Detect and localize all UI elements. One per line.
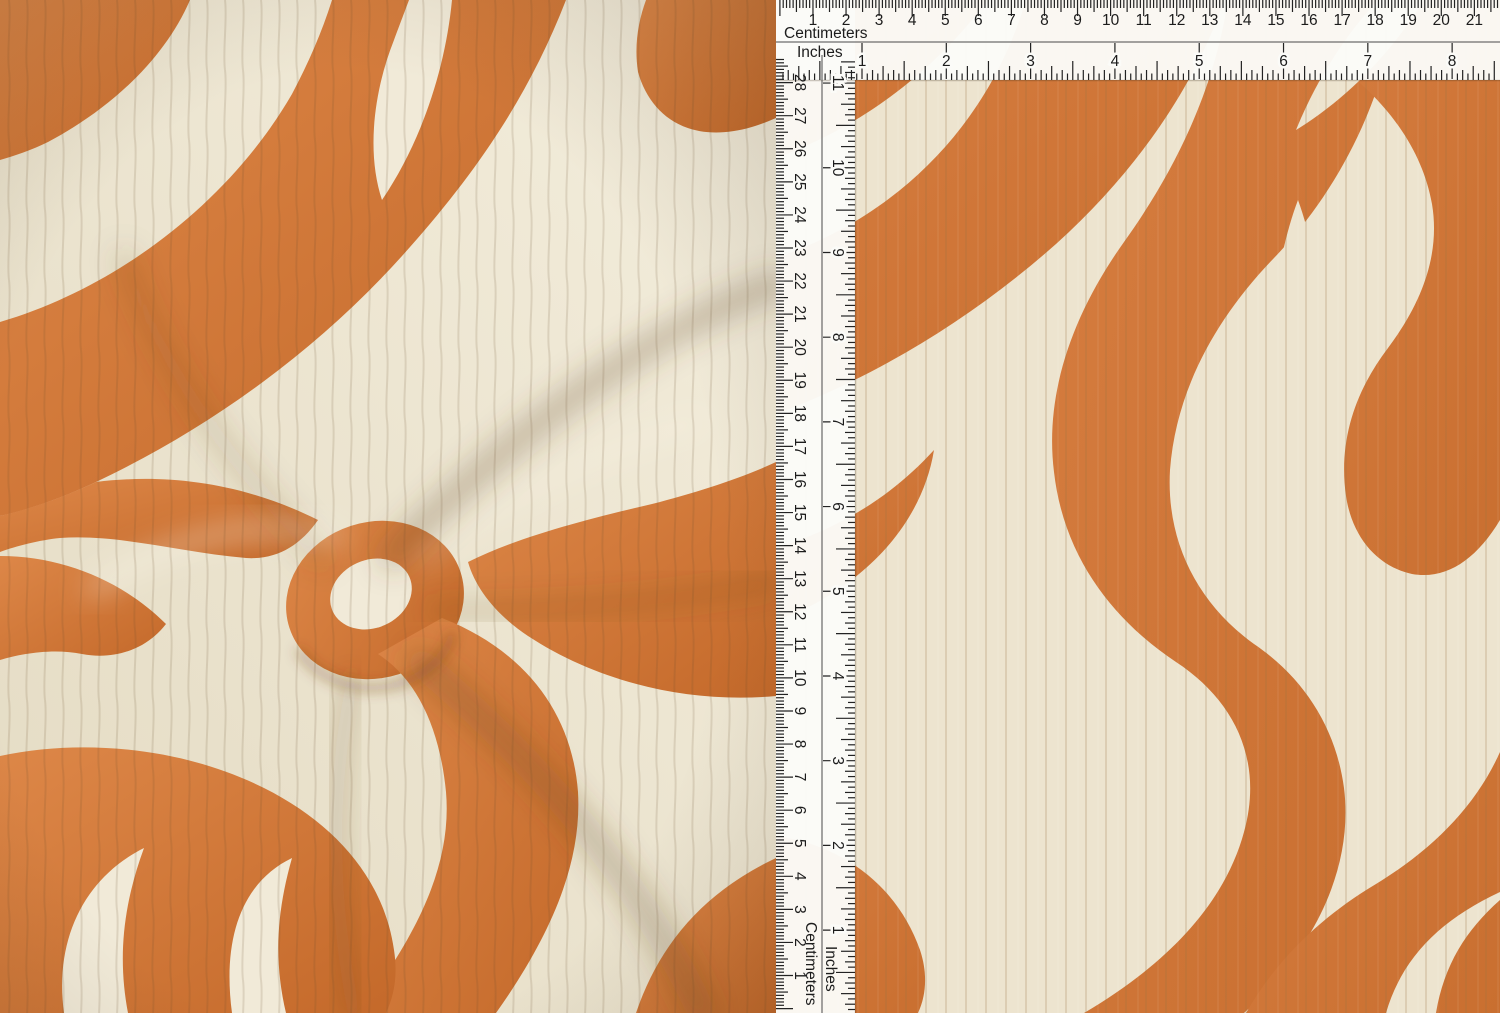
ruler-number: 13 <box>791 570 808 587</box>
ruler-number: 3 <box>1026 53 1035 70</box>
ruler-number: 20 <box>1433 12 1451 29</box>
ruler-number: 28 <box>791 74 808 91</box>
ruler-number: 12 <box>1168 12 1185 29</box>
ruler-number: 14 <box>1234 12 1252 29</box>
ruler-number: 4 <box>829 672 846 681</box>
ruler-number: 24 <box>791 206 808 224</box>
ruler-number: 1 <box>858 53 867 70</box>
ruler-number: 3 <box>829 756 846 765</box>
ruler-number: 5 <box>791 839 808 848</box>
ruler-number: 4 <box>908 12 917 29</box>
horizontal-inch-unit-label: Inches <box>797 44 843 61</box>
ruler-number: 11 <box>1136 12 1152 29</box>
ruler-number: 15 <box>791 504 808 521</box>
ruler-number: 1 <box>829 926 846 935</box>
ruler-number: 17 <box>1333 12 1350 29</box>
ruler-number: 10 <box>791 669 808 687</box>
measuring-ruler-overlay: 123456789101112131415161718192021 123456… <box>0 0 1500 1013</box>
ruler-number: 11 <box>791 637 808 653</box>
ruler-number: 6 <box>974 12 983 29</box>
ruler-number: 26 <box>791 140 808 157</box>
ruler-number: 19 <box>791 372 808 389</box>
ruler-body <box>776 0 1500 1013</box>
ruler-number: 17 <box>791 438 808 455</box>
ruler-number: 16 <box>791 471 808 488</box>
ruler-number: 16 <box>1300 12 1317 29</box>
ruler-number: 21 <box>1466 12 1483 29</box>
ruler-number: 7 <box>829 418 846 427</box>
ruler-number: 6 <box>791 806 808 815</box>
ruler-number: 23 <box>791 239 808 256</box>
ruler-number: 19 <box>1400 12 1417 29</box>
ruler-number: 7 <box>791 773 808 782</box>
ruler-number: 2 <box>829 841 846 850</box>
ruler-number: 27 <box>791 107 808 124</box>
ruler-number: 4 <box>791 872 808 881</box>
ruler-number: 18 <box>791 405 808 422</box>
ruler-number: 8 <box>791 740 808 749</box>
ruler-number: 15 <box>1267 12 1284 29</box>
ruler-number: 10 <box>829 159 846 177</box>
ruler-number: 25 <box>791 173 808 190</box>
ruler-number: 7 <box>1007 12 1016 29</box>
horizontal-cm-numbers: 123456789101112131415161718192021 <box>809 12 1483 29</box>
ruler-number: 11 <box>829 75 846 91</box>
ruler-number: 8 <box>1448 53 1457 70</box>
ruler-number: 7 <box>1363 53 1372 70</box>
ruler-number: 8 <box>1040 12 1049 29</box>
ruler-number: 9 <box>829 248 846 257</box>
ruler-number: 5 <box>829 587 846 596</box>
ruler-number: 3 <box>791 905 808 914</box>
fabric-listing-image: 123456789101112131415161718192021 123456… <box>0 0 1500 1013</box>
ruler-number: 12 <box>791 603 808 620</box>
ruler-number: 3 <box>875 12 884 29</box>
ruler-number: 6 <box>829 502 846 511</box>
ruler-number: 18 <box>1367 12 1384 29</box>
ruler-number: 9 <box>1073 12 1082 29</box>
ruler-number: 6 <box>1279 53 1288 70</box>
ruler-number: 5 <box>1195 53 1204 70</box>
ruler-number: 22 <box>791 272 808 289</box>
ruler-number: 9 <box>791 707 808 716</box>
ruler-number: 4 <box>1111 53 1120 70</box>
ruler-number: 20 <box>791 339 808 357</box>
ruler-number: 21 <box>791 306 808 323</box>
horizontal-cm-unit-label: Centimeters <box>784 25 868 42</box>
vertical-inch-unit-label: Inches <box>822 946 839 992</box>
ruler-number: 8 <box>829 333 846 342</box>
ruler-number: 10 <box>1102 12 1120 29</box>
vertical-cm-unit-label: Centimeters <box>802 922 819 1006</box>
ruler-number: 14 <box>791 537 808 555</box>
ruler-number: 13 <box>1201 12 1218 29</box>
ruler-number: 5 <box>941 12 950 29</box>
ruler-number: 2 <box>942 53 951 70</box>
